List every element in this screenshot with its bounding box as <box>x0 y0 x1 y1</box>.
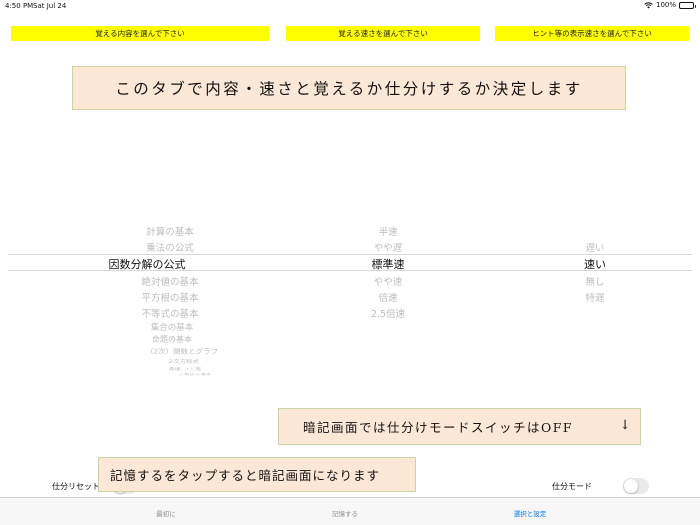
picker-item[interactable]: 角度、rと座 <box>169 366 201 371</box>
picker-item[interactable]: 不等式の基本 <box>141 306 198 320</box>
picker-item[interactable]: 2次方程式 <box>169 358 199 365</box>
picker-item[interactable]: 特遅 <box>585 290 604 304</box>
wifi-icon <box>644 1 653 8</box>
status-bar: 4:50 PM Sat Jul 24 100% <box>0 0 700 12</box>
mode-switch-note-text: 暗記画面では仕分けモードスイッチはOFF <box>303 420 574 435</box>
status-date: Sat Jul 24 <box>33 2 67 10</box>
picker-selected-item[interactable]: 因数分解の公式 <box>109 256 186 272</box>
tab-instruction-note: このタブで内容・速さと覚えるか仕分けするか決定します <box>72 66 626 110</box>
picker-item[interactable]: 平方根の基本 <box>141 290 198 304</box>
picker-item[interactable]: やや速 <box>374 274 403 288</box>
memorize-tip-note: 記憶するをタップすると暗記画面になります <box>98 457 416 492</box>
sort-mode-toggle[interactable] <box>623 478 649 494</box>
picker-item[interactable]: 倍速 <box>378 290 397 304</box>
tab-bar: 最初に 記憶する 選択と設定 <box>0 497 700 525</box>
status-indicators: 100% <box>644 1 696 9</box>
tab-memorize[interactable]: 記憶する <box>332 508 358 518</box>
sort-reset-label: 仕分リセット <box>52 482 100 491</box>
picker-item[interactable]: （2次）関数とグラフ <box>146 347 218 356</box>
tab-start[interactable]: 最初に <box>156 508 176 518</box>
mode-switch-note: 暗記画面では仕分けモードスイッチはOFF ↓ <box>278 408 641 445</box>
select-content-button[interactable]: 覚える内容を選んで下さい <box>11 26 269 41</box>
picker-selected-item[interactable]: 速い <box>584 256 606 272</box>
picker-item[interactable]: 計算の基本 <box>146 224 194 238</box>
picker-selected-item[interactable]: 標準速 <box>372 256 405 272</box>
picker-item[interactable]: やや遅 <box>374 240 403 254</box>
select-hint-speed-button[interactable]: ヒント等の表示速さを選んで下さい <box>495 26 689 41</box>
picker-item[interactable]: 集合の基本 <box>151 321 194 333</box>
picker-item[interactable]: 三角比の基本 <box>178 372 211 375</box>
down-arrow-icon: ↓ <box>619 418 632 433</box>
tab-select-settings[interactable]: 選択と設定 <box>514 508 547 518</box>
sort-mode-toggle-knob <box>624 479 638 493</box>
status-time: 4:50 PM <box>5 2 34 10</box>
picker-item[interactable]: 無し <box>585 274 604 288</box>
picker-item[interactable]: 半速 <box>378 224 397 238</box>
battery-percent: 100% <box>655 1 676 9</box>
picker-item[interactable]: 絶対値の基本 <box>141 274 198 288</box>
sort-mode-label: 仕分モード <box>552 482 592 491</box>
picker-item[interactable]: 2.5倍速 <box>371 306 405 320</box>
picker-item[interactable]: 乗法の公式 <box>146 240 194 254</box>
picker-item[interactable]: 命題の基本 <box>152 334 192 345</box>
select-speed-button[interactable]: 覚える速さを選んで下さい <box>286 26 480 41</box>
battery-icon <box>679 1 696 9</box>
picker-selection-line-top <box>8 254 692 255</box>
picker-item[interactable]: 遅い <box>585 240 604 254</box>
